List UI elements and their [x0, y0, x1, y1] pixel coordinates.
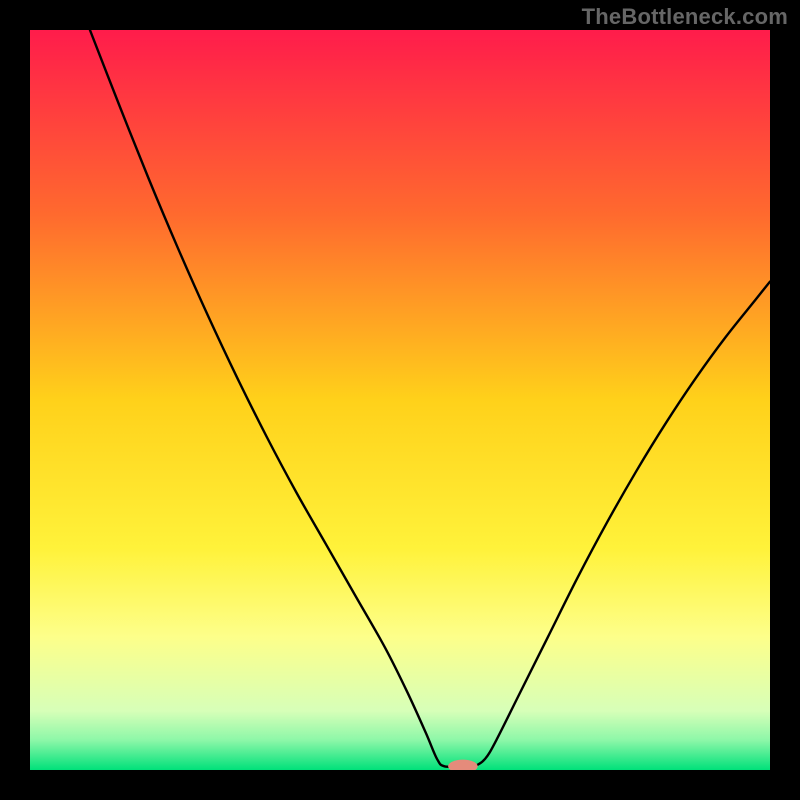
plot-area — [30, 30, 770, 770]
gradient-background — [30, 30, 770, 770]
watermark-text: TheBottleneck.com — [582, 4, 788, 30]
bottleneck-chart — [30, 30, 770, 770]
chart-frame: TheBottleneck.com — [0, 0, 800, 800]
